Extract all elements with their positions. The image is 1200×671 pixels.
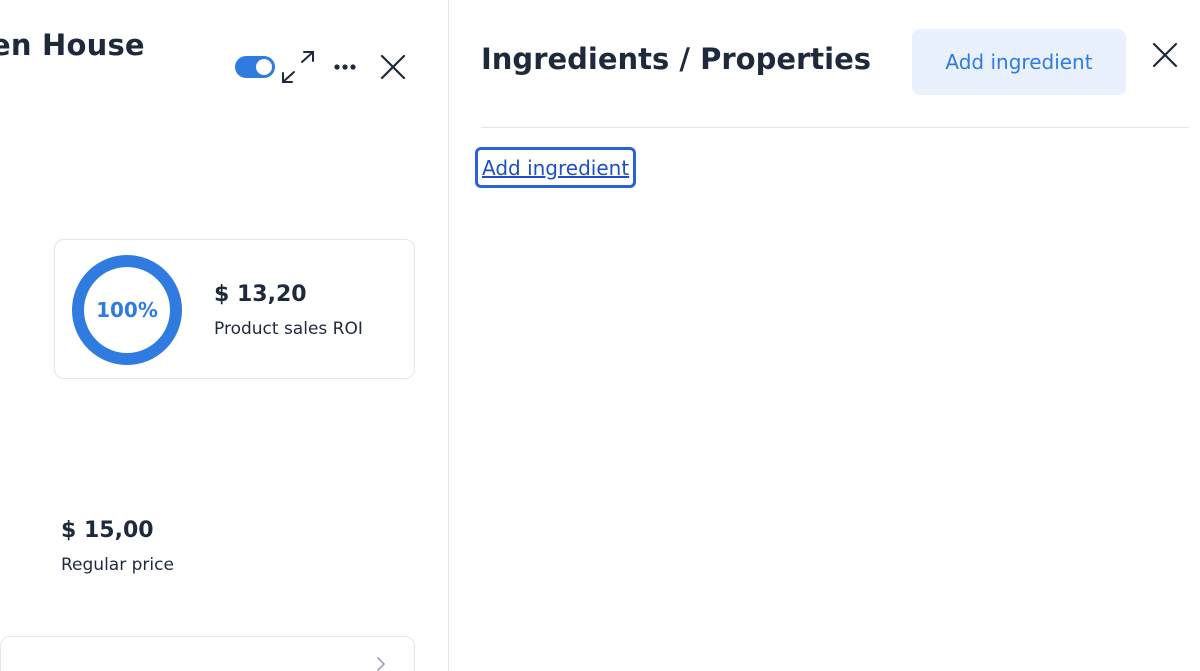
collapsed-section-card[interactable] [0,636,415,671]
roi-label: Product sales ROI [214,319,363,339]
roi-card: 100% $ 13,20 Product sales ROI [54,239,415,379]
more-horizontal-icon[interactable] [330,56,360,78]
ingredients-panel: Ingredients / Properties Add ingredient [449,0,1200,671]
close-icon[interactable] [1150,40,1180,70]
regular-price-label: Regular price [61,555,174,575]
active-toggle[interactable] [235,56,275,78]
add-ingredient-link[interactable]: Add ingredient [475,147,637,188]
close-icon[interactable] [378,52,408,82]
roi-amount: $ 13,20 [214,282,307,307]
roi-percent: 100% [96,298,158,322]
add-ingredient-button[interactable]: Add ingredient [912,29,1126,95]
expand-icon[interactable] [280,50,316,84]
toggle-knob [256,59,272,75]
chevron-right-icon [377,657,386,671]
header-divider [481,127,1189,128]
regular-price-amount: $ 15,00 [61,518,154,543]
product-detail-panel: en House 100% $ 13,20 Product sales ROI … [0,0,448,671]
product-title: en House [0,28,145,62]
page-title: Ingredients / Properties [481,42,872,76]
